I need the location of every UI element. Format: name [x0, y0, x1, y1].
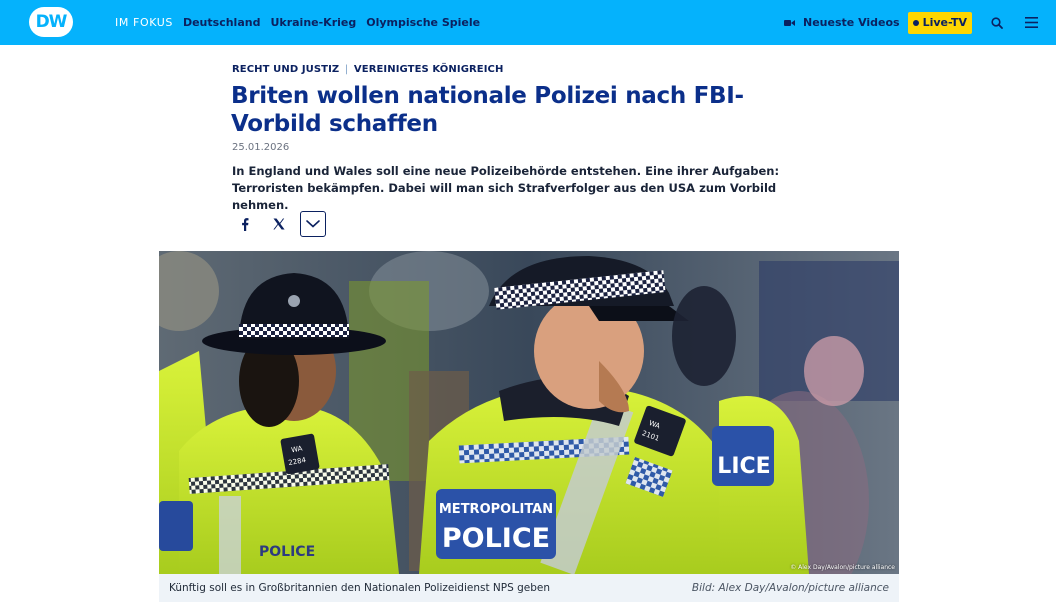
article-hero-image[interactable]: WA 2284 POLICE WA 2101 METROPOLITAN POLI… [159, 251, 899, 574]
vest-text-left: POLICE [259, 544, 315, 560]
latest-videos-label: Neueste Videos [803, 16, 900, 29]
article-kicker: RECHT UND JUSTIZ | VEREINIGTES KÖNIGREIC… [232, 64, 503, 75]
dw-logo[interactable]: DW [29, 7, 73, 37]
nav-link-deutschland[interactable]: Deutschland [183, 16, 260, 29]
nav-link-olympische-spiele[interactable]: Olympische Spiele [366, 16, 480, 29]
share-more-button[interactable] [300, 211, 326, 237]
vest-text-right: LICE [717, 454, 770, 479]
live-tv-button[interactable]: Live-TV [907, 11, 972, 34]
live-dot-icon [912, 19, 919, 26]
article-date: 25.01.2026 [232, 142, 290, 153]
article-title: Briten wollen nationale Polizei nach FBI… [231, 83, 744, 137]
hamburger-menu-icon [1024, 17, 1038, 28]
nav-link-ukraine-krieg[interactable]: Ukraine-Krieg [270, 16, 356, 29]
kicker-region-link[interactable]: VEREINIGTES KÖNIGREICH [354, 64, 504, 75]
search-icon [991, 16, 1003, 29]
facebook-icon [242, 217, 249, 231]
header-actions: Neueste Videos Live-TV [784, 0, 1040, 45]
vest-text-metropolitan: METROPOLITAN [439, 502, 553, 517]
image-overlay-credit: © Alex Day/Avalon/picture alliance [790, 564, 895, 571]
live-tv-label: Live-TV [922, 16, 967, 29]
video-camera-icon [784, 19, 796, 26]
x-icon [273, 218, 285, 230]
latest-videos-link[interactable]: Neueste Videos [784, 16, 900, 29]
image-caption: Künftig soll es in Großbritannien den Na… [169, 582, 550, 594]
police-officers-illustration: WA 2284 POLICE WA 2101 METROPOLITAN POLI… [159, 251, 899, 574]
share-facebook-button[interactable] [232, 211, 258, 237]
article-teaser: In England und Wales soll eine neue Poli… [232, 164, 780, 212]
kicker-category-link[interactable]: RECHT UND JUSTIZ [232, 64, 339, 75]
chevron-down-icon [306, 220, 320, 228]
share-bar [232, 211, 334, 237]
vest-text-police: POLICE [442, 523, 550, 554]
image-credit: Bild: Alex Day/Avalon/picture alliance [691, 582, 889, 594]
nav-focus-label: IM FOKUS [115, 16, 173, 29]
menu-button[interactable] [1022, 14, 1040, 32]
share-x-button[interactable] [266, 211, 292, 237]
kicker-separator: | [344, 64, 349, 75]
search-button[interactable] [988, 14, 1006, 32]
site-header: DW IM FOKUS Deutschland Ukraine-Krieg Ol… [0, 0, 1056, 45]
top-nav: IM FOKUS Deutschland Ukraine-Krieg Olymp… [115, 0, 480, 45]
image-caption-bar: Künftig soll es in Großbritannien den Na… [159, 574, 899, 602]
